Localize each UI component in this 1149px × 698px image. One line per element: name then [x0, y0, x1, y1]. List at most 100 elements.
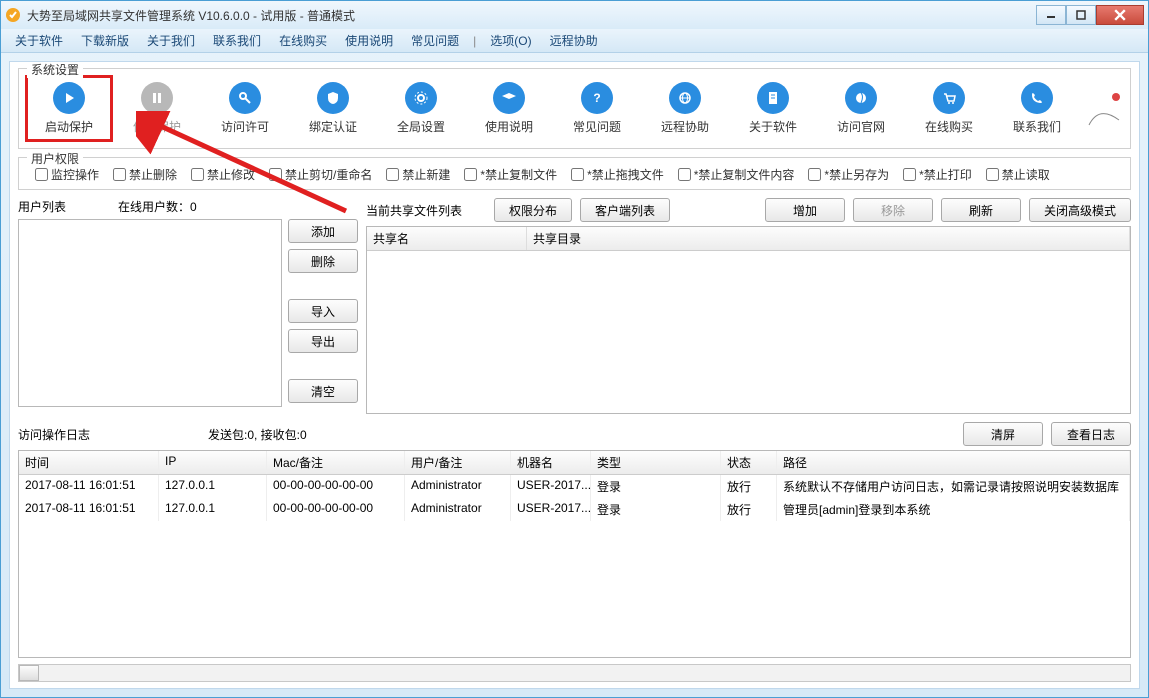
log-cell-type: 登录 — [591, 475, 721, 498]
log-row[interactable]: 2017-08-11 16:01:51127.0.0.100-00-00-00-… — [19, 498, 1130, 521]
buy-online-button[interactable]: 在线购买 — [905, 78, 993, 139]
user-import-button[interactable]: 导入 — [288, 299, 358, 323]
col-share-dir[interactable]: 共享目录 — [527, 227, 1130, 250]
col-user[interactable]: 用户/备注 — [405, 451, 511, 474]
menu-buy-online[interactable]: 在线购买 — [271, 30, 335, 51]
checkbox[interactable] — [808, 168, 821, 181]
menu-contact-us[interactable]: 联系我们 — [205, 30, 269, 51]
horizontal-scrollbar[interactable] — [18, 664, 1131, 682]
log-cell-user: Administrator — [405, 475, 511, 498]
about-software-button[interactable]: 关于软件 — [729, 78, 817, 139]
checkbox[interactable] — [678, 168, 691, 181]
visit-website-button[interactable]: 访问官网 — [817, 78, 905, 139]
checkbox[interactable] — [903, 168, 916, 181]
access-permit-label: 访问许可 — [221, 118, 269, 135]
graduation-icon — [493, 82, 525, 114]
key-icon — [229, 82, 261, 114]
clear-screen-button[interactable]: 清屏 — [963, 422, 1043, 446]
check-label: 禁止修改 — [207, 166, 255, 183]
checkbox[interactable] — [571, 168, 584, 181]
checkbox[interactable] — [986, 168, 999, 181]
toolbar-decoration — [1084, 85, 1124, 133]
menu-remote-help[interactable]: 远程协助 — [542, 30, 606, 51]
close-button[interactable] — [1096, 5, 1144, 25]
checkbox[interactable] — [269, 168, 282, 181]
menu-about-us[interactable]: 关于我们 — [139, 30, 203, 51]
check-label: *禁止复制文件 — [480, 166, 557, 183]
checkbox[interactable] — [464, 168, 477, 181]
checkbox[interactable] — [113, 168, 126, 181]
view-log-button[interactable]: 查看日志 — [1051, 422, 1131, 446]
check-label: 禁止剪切/重命名 — [285, 166, 372, 183]
log-table[interactable]: 时间 IP Mac/备注 用户/备注 机器名 类型 状态 路径 2017-08-… — [18, 450, 1131, 658]
check-forbid-copy-file[interactable]: *禁止复制文件 — [464, 166, 557, 183]
share-remove-button[interactable]: 移除 — [853, 198, 933, 222]
share-refresh-button[interactable]: 刷新 — [941, 198, 1021, 222]
maximize-icon — [1076, 10, 1086, 20]
col-status[interactable]: 状态 — [721, 451, 777, 474]
log-row[interactable]: 2017-08-11 16:01:51127.0.0.100-00-00-00-… — [19, 475, 1130, 498]
stop-protect-button[interactable]: 停止保护 — [113, 78, 201, 139]
log-section: 访问操作日志 发送包:0, 接收包:0 清屏 查看日志 时间 IP Mac/备注… — [10, 418, 1139, 662]
start-protect-button[interactable]: 启动保护 — [25, 75, 113, 142]
share-table[interactable]: 共享名 共享目录 — [366, 226, 1131, 414]
user-list-box[interactable] — [18, 219, 282, 407]
perm-dist-button[interactable]: 权限分布 — [494, 198, 572, 222]
contact-us-button[interactable]: 联系我们 — [993, 78, 1081, 139]
toolbar-legend: 系统设置 — [27, 61, 83, 78]
menu-options[interactable]: 选项(O) — [482, 30, 539, 51]
col-path[interactable]: 路径 — [777, 451, 1130, 474]
checkbox[interactable] — [191, 168, 204, 181]
gear-icon — [405, 82, 437, 114]
check-forbid-save-as[interactable]: *禁止另存为 — [808, 166, 889, 183]
faq-button[interactable]: ? 常见问题 — [553, 78, 641, 139]
minimize-button[interactable] — [1036, 5, 1066, 25]
mid-section: 用户列表 在线用户数： 0 添加 删除 导入 导出 清空 — [10, 194, 1139, 418]
check-forbid-new[interactable]: 禁止新建 — [386, 166, 450, 183]
remote-help-button[interactable]: 远程协助 — [641, 78, 729, 139]
packet-info: 发送包:0, 接收包:0 — [208, 426, 307, 443]
global-settings-button[interactable]: 全局设置 — [377, 78, 465, 139]
menu-download-new[interactable]: 下载新版 — [73, 30, 137, 51]
titlebar: 大势至局域网共享文件管理系统 V10.6.0.0 - 试用版 - 普通模式 — [1, 1, 1148, 29]
access-permit-button[interactable]: 访问许可 — [201, 78, 289, 139]
user-add-button[interactable]: 添加 — [288, 219, 358, 243]
col-type[interactable]: 类型 — [591, 451, 721, 474]
share-table-header: 共享名 共享目录 — [367, 227, 1130, 251]
maximize-button[interactable] — [1066, 5, 1096, 25]
checkbox[interactable] — [386, 168, 399, 181]
user-list-panel: 用户列表 在线用户数： 0 添加 删除 导入 导出 清空 — [18, 198, 358, 407]
col-time[interactable]: 时间 — [19, 451, 159, 474]
share-add-button[interactable]: 增加 — [765, 198, 845, 222]
usage-guide-button[interactable]: 使用说明 — [465, 78, 553, 139]
user-delete-button[interactable]: 删除 — [288, 249, 358, 273]
user-clear-button[interactable]: 清空 — [288, 379, 358, 403]
contact-us-label: 联系我们 — [1013, 118, 1061, 135]
checkbox[interactable] — [35, 168, 48, 181]
scrollbar-thumb[interactable] — [19, 665, 39, 681]
check-forbid-modify[interactable]: 禁止修改 — [191, 166, 255, 183]
col-mac[interactable]: Mac/备注 — [267, 451, 405, 474]
close-advanced-button[interactable]: 关闭高级模式 — [1029, 198, 1131, 222]
user-export-button[interactable]: 导出 — [288, 329, 358, 353]
client-list-button[interactable]: 客户端列表 — [580, 198, 670, 222]
col-ip[interactable]: IP — [159, 451, 267, 474]
window-title: 大势至局域网共享文件管理系统 V10.6.0.0 - 试用版 - 普通模式 — [27, 7, 1036, 24]
menu-about-software[interactable]: 关于软件 — [7, 30, 71, 51]
check-forbid-read[interactable]: 禁止读取 — [986, 166, 1050, 183]
check-forbid-print[interactable]: *禁止打印 — [903, 166, 972, 183]
check-monitor-ops[interactable]: 监控操作 — [35, 166, 99, 183]
check-forbid-cut-rename[interactable]: 禁止剪切/重命名 — [269, 166, 372, 183]
log-cell-ip: 127.0.0.1 — [159, 498, 267, 521]
check-forbid-drag-file[interactable]: *禁止拖拽文件 — [571, 166, 664, 183]
menu-usage-guide[interactable]: 使用说明 — [337, 30, 401, 51]
check-forbid-copy-content[interactable]: *禁止复制文件内容 — [678, 166, 795, 183]
menu-faq[interactable]: 常见问题 — [403, 30, 467, 51]
col-machine[interactable]: 机器名 — [511, 451, 591, 474]
check-forbid-delete[interactable]: 禁止删除 — [113, 166, 177, 183]
bind-auth-label: 绑定认证 — [309, 118, 357, 135]
bind-auth-button[interactable]: 绑定认证 — [289, 78, 377, 139]
log-cell-path: 系统默认不存储用户访问日志，如需记录请按照说明安装数据库 — [777, 475, 1130, 498]
share-list-label: 当前共享文件列表 — [366, 202, 486, 219]
col-share-name[interactable]: 共享名 — [367, 227, 527, 250]
